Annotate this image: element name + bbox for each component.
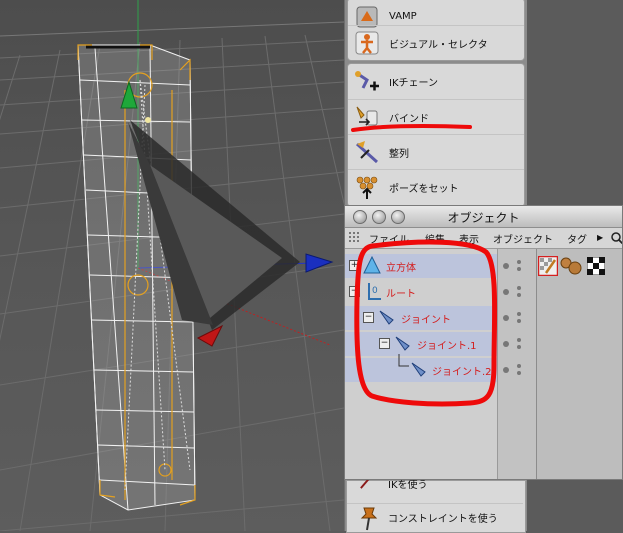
palette-group-top: VAMP ビジュアル・セレクタ bbox=[347, 0, 525, 61]
checker-texture-icon[interactable] bbox=[587, 257, 605, 275]
editor-visibility-dot[interactable] bbox=[503, 367, 509, 373]
editor-visibility-dot[interactable] bbox=[503, 315, 509, 321]
render-visibility-dot[interactable] bbox=[517, 267, 521, 271]
object-row-joint-1[interactable]: − ジョイント.1 bbox=[345, 332, 622, 356]
x-axis-handle[interactable] bbox=[196, 324, 224, 347]
menu-edit[interactable]: 編集 bbox=[425, 231, 445, 246]
joint-icon bbox=[379, 310, 394, 325]
use-constraint-button[interactable]: コンストレイントを使う bbox=[347, 503, 523, 531]
object-name[interactable]: ジョイント.2 bbox=[432, 363, 492, 378]
editor-visibility-dot[interactable] bbox=[503, 341, 509, 347]
set-pose-icon bbox=[356, 176, 378, 199]
null-object-icon: 0 bbox=[368, 283, 381, 300]
weight-tag-icon[interactable] bbox=[538, 256, 558, 276]
align-label: 整列 bbox=[389, 148, 409, 160]
editor-visibility-dot[interactable] bbox=[503, 263, 509, 269]
collapse-toggle[interactable]: − bbox=[363, 312, 374, 323]
render-visibility-dot[interactable] bbox=[517, 293, 521, 297]
menu-tag[interactable]: タグ bbox=[567, 231, 587, 246]
object-name[interactable]: ルート bbox=[386, 285, 416, 300]
menu-more-arrow-icon[interactable]: ▶ bbox=[597, 233, 603, 242]
object-name[interactable]: ジョイント.1 bbox=[417, 337, 477, 352]
ik-chain-icon bbox=[355, 70, 379, 90]
joint-icon bbox=[411, 362, 426, 377]
annotation-underline bbox=[351, 124, 472, 132]
window-title: オブジェクト bbox=[447, 211, 520, 225]
object-manager-window: オブジェクト ファイル 編集 表示 オブジェクト タグ ▶ + 立方体 − 0 … bbox=[344, 205, 623, 480]
render-visibility-dot[interactable] bbox=[517, 260, 521, 264]
render-visibility-dot[interactable] bbox=[517, 319, 521, 323]
object-row-cube[interactable]: + 立方体 bbox=[345, 254, 622, 278]
set-pose-button[interactable]: ポーズをセット bbox=[348, 169, 524, 204]
render-visibility-dot[interactable] bbox=[517, 371, 521, 375]
expand-toggle[interactable]: + bbox=[349, 260, 360, 271]
editor-visibility-dot[interactable] bbox=[503, 289, 509, 295]
render-visibility-dot[interactable] bbox=[517, 345, 521, 349]
search-icon[interactable] bbox=[611, 232, 623, 244]
visual-selector-icon bbox=[355, 31, 379, 55]
material-sphere-icon[interactable] bbox=[560, 257, 582, 275]
align-button[interactable]: 整列 bbox=[348, 134, 524, 169]
menu-view[interactable]: 表示 bbox=[459, 231, 479, 246]
object-manager-menubar: ファイル 編集 表示 オブジェクト タグ ▶ bbox=[345, 228, 622, 249]
ik-chain-label: IKチェーン bbox=[389, 78, 439, 89]
object-manager-titlebar[interactable]: オブジェクト bbox=[345, 206, 622, 228]
align-icon bbox=[355, 141, 379, 164]
z-axis-handle[interactable] bbox=[305, 253, 334, 273]
use-constraint-label: コンストレイントを使う bbox=[388, 514, 498, 525]
visual-selector-button[interactable]: ビジュアル・セレクタ bbox=[348, 25, 524, 60]
cube-icon bbox=[363, 256, 381, 274]
palette-group-bottom: IKを使う コンストレイントを使う bbox=[346, 478, 526, 533]
pivot-point bbox=[145, 117, 151, 123]
joint-icon bbox=[395, 336, 410, 351]
object-row-root[interactable]: − 0 ルート bbox=[345, 280, 622, 304]
collapse-toggle[interactable]: − bbox=[349, 286, 360, 297]
drag-grip-icon[interactable] bbox=[349, 232, 361, 244]
set-pose-label: ポーズをセット bbox=[389, 183, 459, 195]
render-visibility-dot[interactable] bbox=[517, 338, 521, 342]
svg-text:0: 0 bbox=[372, 286, 378, 296]
vamp-label: VAMP bbox=[389, 11, 417, 22]
horizon-line bbox=[0, 21, 344, 37]
visual-selector-label: ビジュアル・セレクタ bbox=[389, 39, 488, 51]
ik-chain-button[interactable]: IKチェーン bbox=[348, 64, 524, 99]
render-visibility-dot[interactable] bbox=[517, 364, 521, 368]
object-name[interactable]: ジョイント bbox=[401, 311, 451, 326]
collapse-toggle[interactable]: − bbox=[379, 338, 390, 349]
menu-object[interactable]: オブジェクト bbox=[493, 231, 553, 246]
constraint-pin-icon bbox=[360, 507, 378, 530]
viewport-3d[interactable] bbox=[0, 0, 344, 531]
object-row-joint-2[interactable]: ジョイント.2 bbox=[345, 354, 622, 382]
menu-file[interactable]: ファイル bbox=[369, 231, 409, 246]
render-visibility-dot[interactable] bbox=[517, 286, 521, 290]
object-name[interactable]: 立方体 bbox=[386, 259, 416, 274]
render-visibility-dot[interactable] bbox=[517, 312, 521, 316]
viewport-scene[interactable] bbox=[0, 0, 344, 531]
object-row-joint[interactable]: − ジョイント bbox=[345, 306, 622, 330]
